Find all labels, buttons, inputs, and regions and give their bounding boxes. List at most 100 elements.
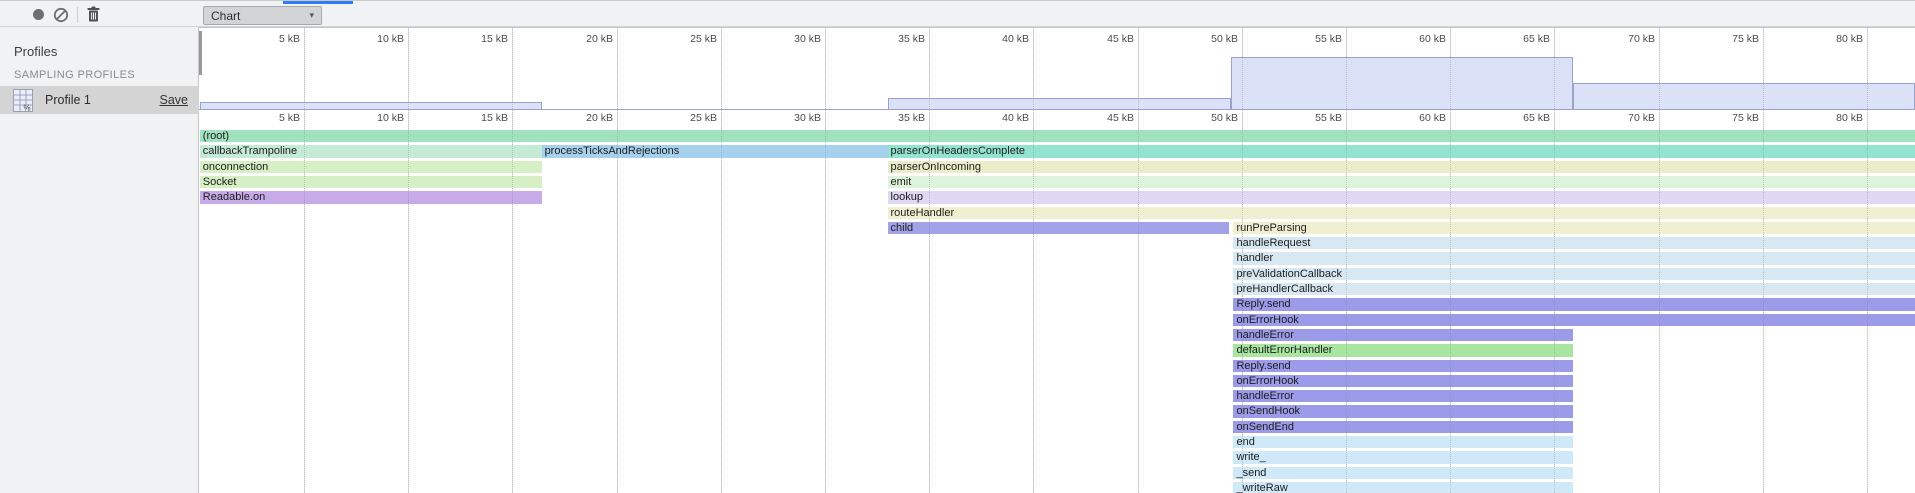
vertical-scrollbar-thumb[interactable] — [199, 31, 202, 75]
gridline-dots — [1659, 28, 1660, 493]
memory-overview-step[interactable] — [1573, 83, 1915, 109]
flame-frame[interactable]: onErrorHook — [1233, 375, 1573, 387]
flame-ruler-tick-label: 20 kB — [586, 112, 613, 124]
overview-tick-label: 10 kB — [377, 33, 404, 45]
sidebar-item-profile-1[interactable]: % Profile 1 Save — [0, 86, 199, 114]
overview-tick-label: 35 kB — [898, 33, 925, 45]
gridline-dots — [617, 28, 618, 493]
flame-frame[interactable]: parserOnHeadersComplete — [888, 145, 1915, 157]
flame-frame[interactable]: processTicksAndRejections — [542, 145, 888, 157]
overview-tick-label: 20 kB — [586, 33, 613, 45]
flame-frame[interactable]: parserOnIncoming — [888, 161, 1915, 173]
overview-tick-label: 70 kB — [1628, 33, 1655, 45]
flame-ruler-tick-label: 15 kB — [481, 112, 508, 124]
sidebar-heading: Profiles — [14, 44, 57, 59]
flame-ruler-tick-label: 50 kB — [1211, 112, 1238, 124]
flame-frame[interactable]: lookup — [888, 191, 1915, 203]
gridline-dots — [1763, 28, 1764, 493]
gridline-dots — [721, 28, 722, 493]
active-tab-indicator — [283, 1, 353, 4]
flame-ruler-tick-label: 35 kB — [898, 112, 925, 124]
block-icon — [53, 7, 69, 23]
view-mode-value: Chart — [211, 9, 240, 23]
overview-tick-label: 45 kB — [1107, 33, 1134, 45]
flame-frame[interactable]: (root) — [200, 130, 1915, 142]
flame-ruler-tick-label: 45 kB — [1107, 112, 1134, 124]
overview-tick-label: 60 kB — [1419, 33, 1446, 45]
trash-icon — [86, 6, 101, 23]
flame-frame[interactable]: routeHandler — [888, 207, 1915, 219]
chart-pane: 5 kB5 kB10 kB10 kB15 kB15 kB20 kB20 kB25… — [199, 27, 1915, 493]
chevron-down-icon: ▾ — [309, 11, 314, 20]
record-button[interactable] — [27, 4, 49, 25]
toolbar: Chart ▾ — [0, 0, 1915, 27]
gridline-dots — [1450, 28, 1451, 493]
flame-ruler-tick-label: 65 kB — [1523, 112, 1550, 124]
gridline-dots — [512, 28, 513, 493]
flame-frame[interactable]: onSendEnd — [1233, 421, 1573, 433]
gridline-dots — [825, 28, 826, 493]
profiler-panel-screen: { "window": {"width": 1915, "height": 49… — [0, 0, 1915, 493]
flame-ruler-tick-label: 30 kB — [794, 112, 821, 124]
flame-frame[interactable]: handleRequest — [1233, 237, 1914, 249]
flame-frame[interactable]: handleError — [1233, 390, 1573, 402]
gridline-dots — [1554, 28, 1555, 493]
overview-tick-label: 5 kB — [279, 33, 300, 45]
gridline-dots — [1242, 28, 1243, 493]
overview-baseline — [199, 109, 1915, 110]
profile-document-icon: % — [13, 89, 33, 112]
memory-overview-step[interactable] — [1231, 57, 1573, 109]
flame-frame[interactable]: handler — [1233, 252, 1914, 264]
flame-ruler-tick-label: 80 kB — [1836, 112, 1863, 124]
flame-ruler-tick-label: 5 kB — [279, 112, 300, 124]
gridline-dots — [1033, 28, 1034, 493]
memory-overview-step[interactable] — [888, 98, 1232, 109]
flame-frame[interactable]: Readable.on — [200, 191, 542, 203]
flame-ruler-tick-label: 25 kB — [690, 112, 717, 124]
record-icon — [33, 9, 44, 20]
clear-button[interactable] — [50, 4, 72, 25]
flame-frame[interactable]: emit — [888, 176, 1915, 188]
flame-frame[interactable]: defaultErrorHandler — [1233, 344, 1573, 356]
toolbar-separator — [77, 7, 78, 23]
flame-frame[interactable]: _send — [1233, 467, 1573, 479]
flame-ruler-tick-label: 70 kB — [1628, 112, 1655, 124]
overview-tick-label: 65 kB — [1523, 33, 1550, 45]
sampling-profiles-section-label: SAMPLING PROFILES — [14, 69, 135, 81]
gridline-dots — [1138, 28, 1139, 493]
sidebar: Profiles SAMPLING PROFILES % Profile 1 S… — [0, 27, 199, 493]
flame-ruler-tick-label: 40 kB — [1002, 112, 1029, 124]
gridline-dots — [929, 28, 930, 493]
overview-tick-label: 55 kB — [1315, 33, 1342, 45]
flame-frame[interactable]: Reply.send — [1233, 360, 1573, 372]
gridline-dots — [1867, 28, 1868, 493]
overview-tick-label: 40 kB — [1002, 33, 1029, 45]
flame-frame[interactable]: preHandlerCallback — [1233, 283, 1914, 295]
flame-frame[interactable]: write_ — [1233, 451, 1573, 463]
overview-tick-label: 80 kB — [1836, 33, 1863, 45]
overview-tick-label: 50 kB — [1211, 33, 1238, 45]
flame-frame[interactable]: onErrorHook — [1233, 314, 1914, 326]
flame-frame[interactable]: _writeRaw — [1233, 482, 1573, 493]
flame-frame[interactable]: runPreParsing — [1233, 222, 1914, 234]
memory-overview-step[interactable] — [200, 102, 542, 109]
gridline-dots — [408, 28, 409, 493]
gridline-dots — [304, 28, 305, 493]
save-profile-link[interactable]: Save — [160, 93, 189, 107]
flame-frame[interactable]: preValidationCallback — [1233, 268, 1914, 280]
overview-tick-label: 75 kB — [1732, 33, 1759, 45]
flame-frame[interactable]: onconnection — [200, 161, 542, 173]
view-mode-select[interactable]: Chart ▾ — [203, 6, 322, 25]
flame-frame[interactable]: callbackTrampoline — [200, 145, 542, 157]
svg-text:%: % — [24, 103, 31, 112]
delete-profile-button[interactable] — [82, 4, 104, 25]
flame-frame[interactable]: onSendHook — [1233, 405, 1573, 417]
profile-name: Profile 1 — [45, 93, 160, 107]
flame-frame[interactable]: Socket — [200, 176, 542, 188]
flame-ruler-tick-label: 55 kB — [1315, 112, 1342, 124]
flame-frame[interactable]: child — [888, 222, 1230, 234]
flame-frame[interactable]: end — [1233, 436, 1573, 448]
flame-frame[interactable]: handleError — [1233, 329, 1573, 341]
flame-ruler-tick-label: 10 kB — [377, 112, 404, 124]
flame-frame[interactable]: Reply.send — [1233, 298, 1914, 310]
